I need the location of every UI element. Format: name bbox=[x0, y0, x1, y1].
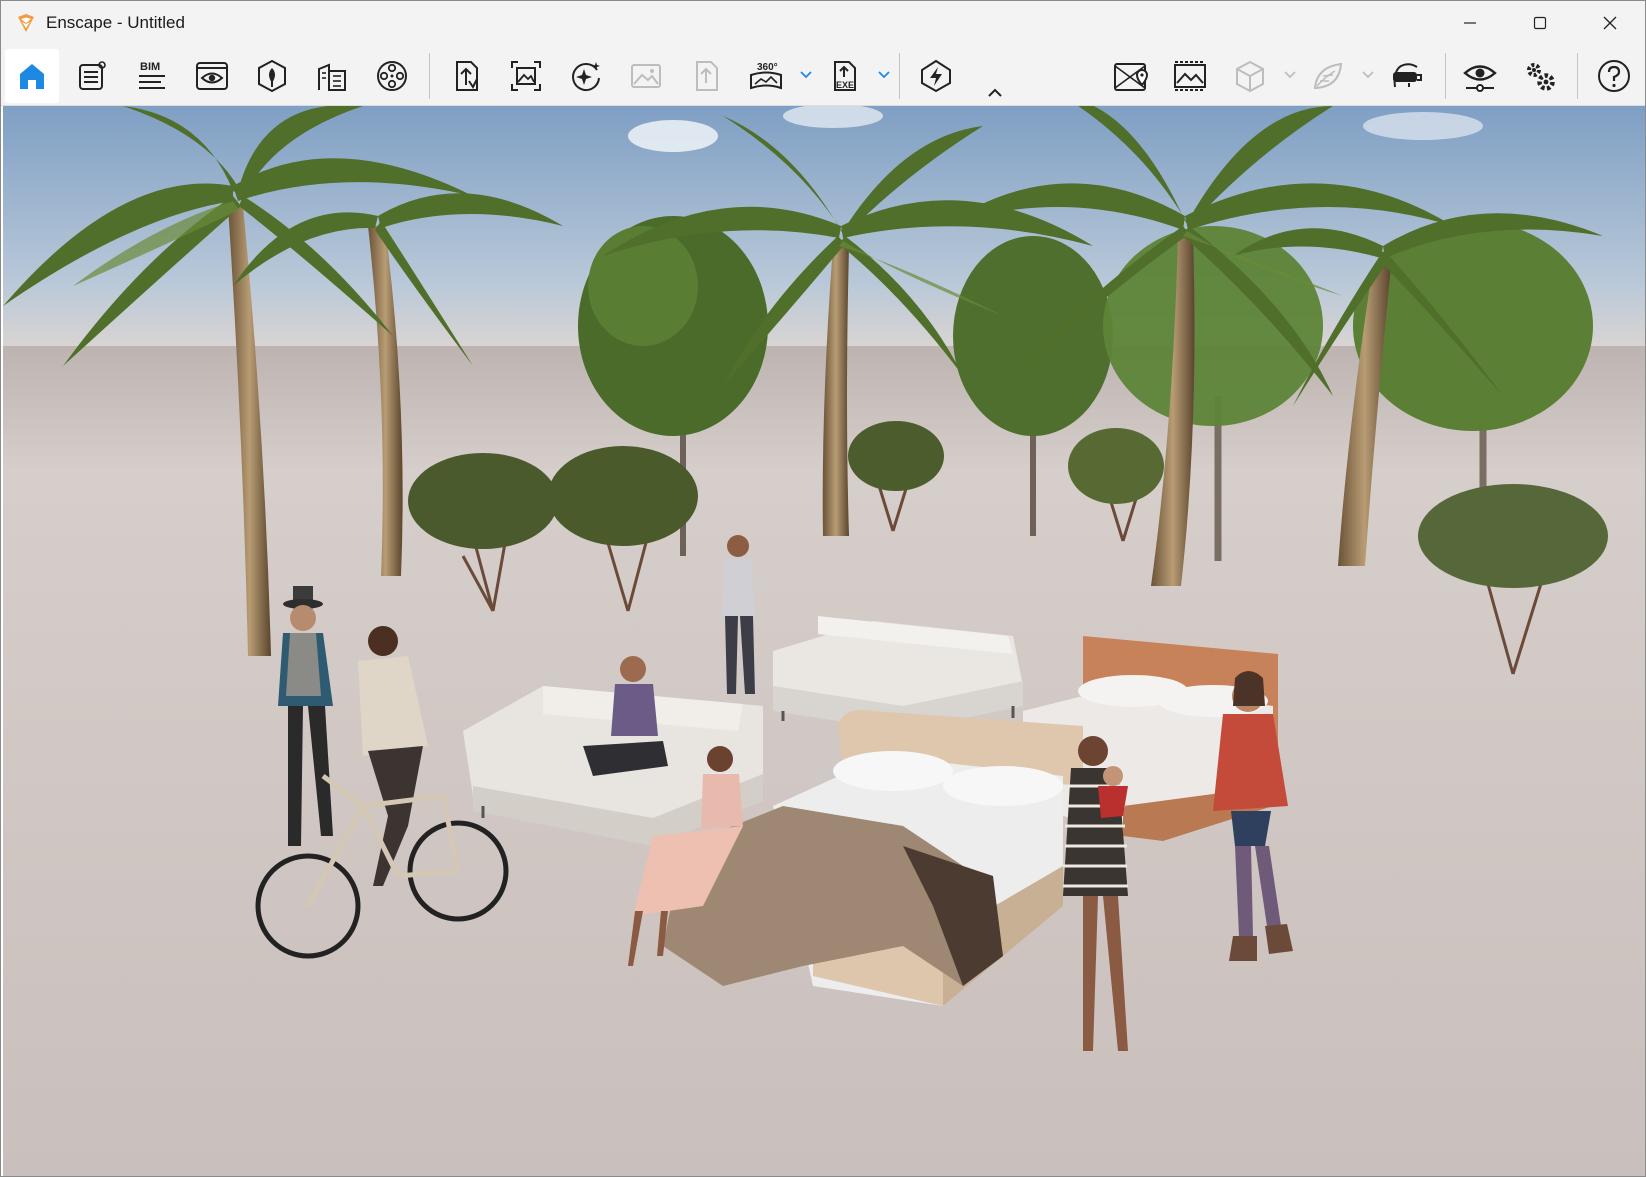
file-export-icon bbox=[456, 61, 478, 91]
title-bar[interactable]: Enscape - Untitled bbox=[1, 1, 1645, 45]
maximize-button[interactable] bbox=[1505, 1, 1575, 45]
bim-button[interactable]: BIM bbox=[125, 49, 179, 103]
render-gallery-button[interactable] bbox=[619, 49, 673, 103]
help-icon bbox=[1598, 60, 1630, 92]
exe-export-button[interactable]: EXE bbox=[817, 49, 871, 103]
chevron-down-icon bbox=[800, 71, 812, 79]
eye-slider-icon bbox=[1463, 65, 1497, 92]
toolbar-separator bbox=[1577, 53, 1578, 99]
document-icon bbox=[79, 61, 106, 90]
cube-icon bbox=[1236, 60, 1264, 93]
panorama-label: 360° bbox=[757, 62, 778, 73]
asset-library-icon bbox=[258, 59, 286, 93]
exe-export-dropdown[interactable] bbox=[876, 67, 892, 83]
collapse-toolbar-button[interactable] bbox=[987, 85, 1003, 101]
render-viewport[interactable] bbox=[3, 106, 1645, 1176]
notes-button[interactable] bbox=[65, 49, 119, 103]
bim-label: BIM bbox=[140, 61, 160, 73]
chevron-up-icon bbox=[988, 88, 1002, 97]
general-settings-button[interactable] bbox=[1513, 49, 1567, 103]
live-updates-button[interactable] bbox=[909, 49, 963, 103]
video-editor-button[interactable] bbox=[365, 49, 419, 103]
exe-label: EXE bbox=[836, 80, 854, 90]
site-context-button[interactable] bbox=[305, 49, 359, 103]
gears-icon bbox=[1527, 63, 1555, 91]
home-icon bbox=[20, 64, 44, 89]
screenshot-button[interactable] bbox=[499, 49, 553, 103]
panorama-dropdown[interactable] bbox=[798, 67, 814, 83]
bim-icon: BIM bbox=[139, 61, 165, 89]
close-icon bbox=[1603, 16, 1617, 30]
material-button[interactable] bbox=[1301, 49, 1355, 103]
film-reel-icon bbox=[377, 61, 407, 91]
chevron-down-icon bbox=[1362, 71, 1374, 79]
assets-button[interactable] bbox=[245, 49, 299, 103]
lightning-icon bbox=[921, 59, 951, 93]
chevron-down-icon bbox=[1284, 71, 1296, 79]
section-box-button[interactable] bbox=[1223, 49, 1277, 103]
maximize-icon bbox=[1533, 16, 1547, 30]
vr-headset-icon bbox=[1393, 63, 1422, 88]
image-icon bbox=[631, 64, 661, 88]
leaf-icon bbox=[1313, 62, 1343, 90]
ai-enhancer-button[interactable] bbox=[559, 49, 613, 103]
screenshot-icon bbox=[511, 61, 541, 91]
upload-button[interactable] bbox=[679, 49, 733, 103]
vr-headset-button[interactable] bbox=[1379, 49, 1433, 103]
help-button[interactable] bbox=[1587, 49, 1641, 103]
buildings-icon bbox=[318, 63, 346, 91]
chevron-down-icon bbox=[878, 71, 890, 79]
upload-icon bbox=[696, 61, 718, 91]
map-button[interactable] bbox=[1103, 49, 1157, 103]
minimize-icon bbox=[1464, 22, 1476, 24]
window-title: Enscape - Untitled bbox=[46, 13, 185, 32]
visual-settings-button[interactable] bbox=[1453, 49, 1507, 103]
minimize-button[interactable] bbox=[1435, 1, 1505, 45]
export-file-button[interactable] bbox=[439, 49, 493, 103]
close-button[interactable] bbox=[1575, 1, 1645, 45]
enscape-logo-icon bbox=[15, 12, 37, 34]
scene-render bbox=[3, 106, 1645, 1176]
section-box-dropdown[interactable] bbox=[1282, 67, 1298, 83]
panorama-360-icon: 360° bbox=[750, 62, 782, 90]
home-button[interactable] bbox=[5, 49, 59, 103]
toolbar-separator bbox=[429, 53, 430, 99]
main-toolbar: BIM 360° EXE bbox=[1, 45, 1645, 106]
landscape-icon bbox=[1174, 61, 1206, 91]
exe-export-icon: EXE bbox=[834, 61, 856, 91]
view-window-icon bbox=[196, 62, 228, 90]
enscape-window: Enscape - Untitled BIM 360° EXE bbox=[0, 0, 1646, 1177]
toolbar-separator bbox=[899, 53, 900, 99]
map-pin-icon bbox=[1114, 63, 1149, 91]
sparkle-icon bbox=[572, 62, 600, 91]
toolbar-separator bbox=[1445, 53, 1446, 99]
material-dropdown[interactable] bbox=[1360, 67, 1376, 83]
atmosphere-button[interactable] bbox=[1163, 49, 1217, 103]
views-button[interactable] bbox=[185, 49, 239, 103]
panorama-button[interactable]: 360° bbox=[739, 49, 793, 103]
